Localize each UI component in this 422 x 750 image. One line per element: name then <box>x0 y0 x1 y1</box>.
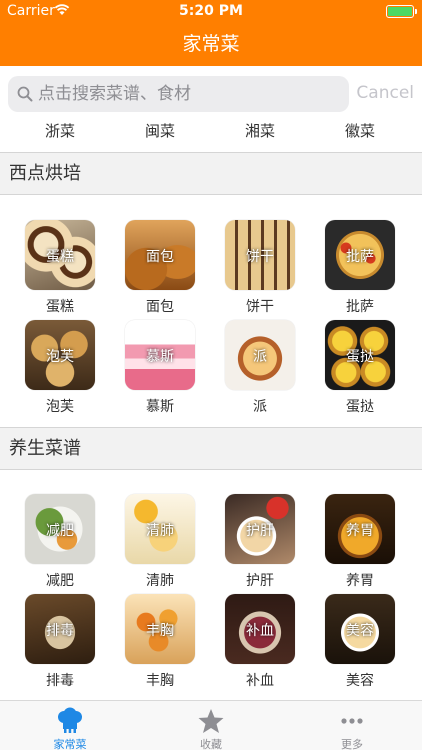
recipe-image: 面包 <box>125 220 195 290</box>
recipe-label: 蛋糕 <box>46 299 74 315</box>
status-time: 5:20 PM <box>179 3 243 19</box>
cuisine-row: 浙菜 闽菜 湘菜 徽菜 <box>0 120 422 152</box>
tab-more[interactable]: 更多 <box>282 701 422 750</box>
search-row: Cancel <box>0 66 422 120</box>
recipe-overlay-text: 补血 <box>246 623 274 639</box>
section-title: 西点烘培 <box>9 163 81 184</box>
recipe-overlay-text: 排毒 <box>46 623 74 639</box>
tab-label: 家常菜 <box>53 738 87 750</box>
recipe-label: 排毒 <box>46 673 74 689</box>
recipe-image: 养胃 <box>325 494 395 564</box>
tab-label: 更多 <box>341 738 363 750</box>
recipe-overlay-text: 慕斯 <box>146 349 174 365</box>
recipe-image: 泡芙 <box>25 320 95 390</box>
chef-hat-icon <box>58 707 82 733</box>
recipe-image: 蛋糕 <box>25 220 95 290</box>
section-header-health: 养生菜谱 <box>0 427 422 470</box>
recipe-tile[interactable]: 慕斯 慕斯 <box>125 320 195 416</box>
tab-bar: 家常菜 收藏 更多 <box>0 700 422 750</box>
recipe-image: 补血 <box>225 594 295 664</box>
cancel-button[interactable]: Cancel <box>356 83 414 103</box>
recipe-image: 护肝 <box>225 494 295 564</box>
recipe-image: 丰胸 <box>125 594 195 664</box>
recipe-tile[interactable]: 排毒 排毒 <box>25 594 95 690</box>
recipe-tile[interactable]: 批萨 批萨 <box>325 220 395 316</box>
recipe-tile[interactable]: 护肝 护肝 <box>225 494 295 590</box>
search-input[interactable] <box>38 76 338 112</box>
cuisine-item[interactable]: 湘菜 <box>210 120 310 141</box>
tab-label: 收藏 <box>200 738 222 750</box>
recipe-tile[interactable]: 泡芙 泡芙 <box>25 320 95 416</box>
recipe-overlay-text: 清肺 <box>146 523 174 539</box>
recipe-label: 面包 <box>146 299 174 315</box>
recipe-label: 慕斯 <box>146 399 174 415</box>
tab-home-cooking[interactable]: 家常菜 <box>0 701 140 750</box>
recipe-label: 派 <box>253 399 267 415</box>
recipe-overlay-text: 饼干 <box>246 249 274 265</box>
recipe-image: 批萨 <box>325 220 395 290</box>
battery-icon <box>386 5 417 18</box>
cuisine-item[interactable]: 徽菜 <box>310 120 410 141</box>
tab-favorites[interactable]: 收藏 <box>141 701 281 750</box>
search-box[interactable] <box>8 76 349 112</box>
recipe-overlay-text: 养胃 <box>346 523 374 539</box>
recipe-tile[interactable]: 派 派 <box>225 320 295 416</box>
recipe-overlay-text: 派 <box>253 349 267 365</box>
recipe-overlay-text: 蛋糕 <box>46 249 74 265</box>
recipe-image: 排毒 <box>25 594 95 664</box>
recipe-label: 清肺 <box>146 573 174 589</box>
recipe-tile[interactable]: 饼干 饼干 <box>225 220 295 316</box>
recipe-label: 补血 <box>246 673 274 689</box>
recipe-label: 养胃 <box>346 573 374 589</box>
page-title: 家常菜 <box>182 33 240 55</box>
recipe-image: 饼干 <box>225 220 295 290</box>
recipe-overlay-text: 美容 <box>346 623 374 639</box>
recipe-overlay-text: 泡芙 <box>46 349 74 365</box>
recipe-image: 派 <box>225 320 295 390</box>
recipe-tile[interactable]: 蛋挞 蛋挞 <box>325 320 395 416</box>
recipe-label: 护肝 <box>246 573 274 589</box>
recipe-image: 清肺 <box>125 494 195 564</box>
more-dots-icon <box>341 718 363 724</box>
section-header-baking: 西点烘培 <box>0 152 422 195</box>
star-icon <box>198 709 224 733</box>
cuisine-item[interactable]: 闽菜 <box>110 120 210 141</box>
recipe-tile[interactable]: 养胃 养胃 <box>325 494 395 590</box>
recipe-label: 丰胸 <box>146 673 174 689</box>
recipe-overlay-text: 蛋挞 <box>346 349 374 365</box>
recipe-tile[interactable]: 减肥 减肥 <box>25 494 95 590</box>
recipe-tile[interactable]: 面包 面包 <box>125 220 195 316</box>
recipe-label: 蛋挞 <box>346 399 374 415</box>
section-title: 养生菜谱 <box>9 438 81 459</box>
nav-bar: 家常菜 <box>0 22 422 66</box>
recipe-overlay-text: 丰胸 <box>146 623 174 639</box>
search-icon <box>17 86 33 102</box>
recipe-image: 美容 <box>325 594 395 664</box>
recipe-label: 减肥 <box>46 573 74 589</box>
recipe-label: 饼干 <box>246 299 274 315</box>
cuisine-item[interactable]: 浙菜 <box>10 120 110 141</box>
recipe-overlay-text: 批萨 <box>346 249 374 265</box>
recipe-overlay-text: 面包 <box>146 249 174 265</box>
recipe-label: 批萨 <box>346 299 374 315</box>
recipe-overlay-text: 减肥 <box>46 523 74 539</box>
recipe-image: 慕斯 <box>125 320 195 390</box>
recipe-label: 泡芙 <box>46 399 74 415</box>
recipe-tile[interactable]: 丰胸 丰胸 <box>125 594 195 690</box>
recipe-tile[interactable]: 美容 美容 <box>325 594 395 690</box>
recipe-tile[interactable]: 补血 补血 <box>225 594 295 690</box>
recipe-tile[interactable]: 蛋糕 蛋糕 <box>25 220 95 316</box>
recipe-overlay-text: 护肝 <box>246 523 274 539</box>
recipe-tile[interactable]: 清肺 清肺 <box>125 494 195 590</box>
status-bar: Carrier 5:20 PM <box>0 0 422 22</box>
recipe-image: 减肥 <box>25 494 95 564</box>
recipe-label: 美容 <box>346 673 374 689</box>
recipe-image: 蛋挞 <box>325 320 395 390</box>
